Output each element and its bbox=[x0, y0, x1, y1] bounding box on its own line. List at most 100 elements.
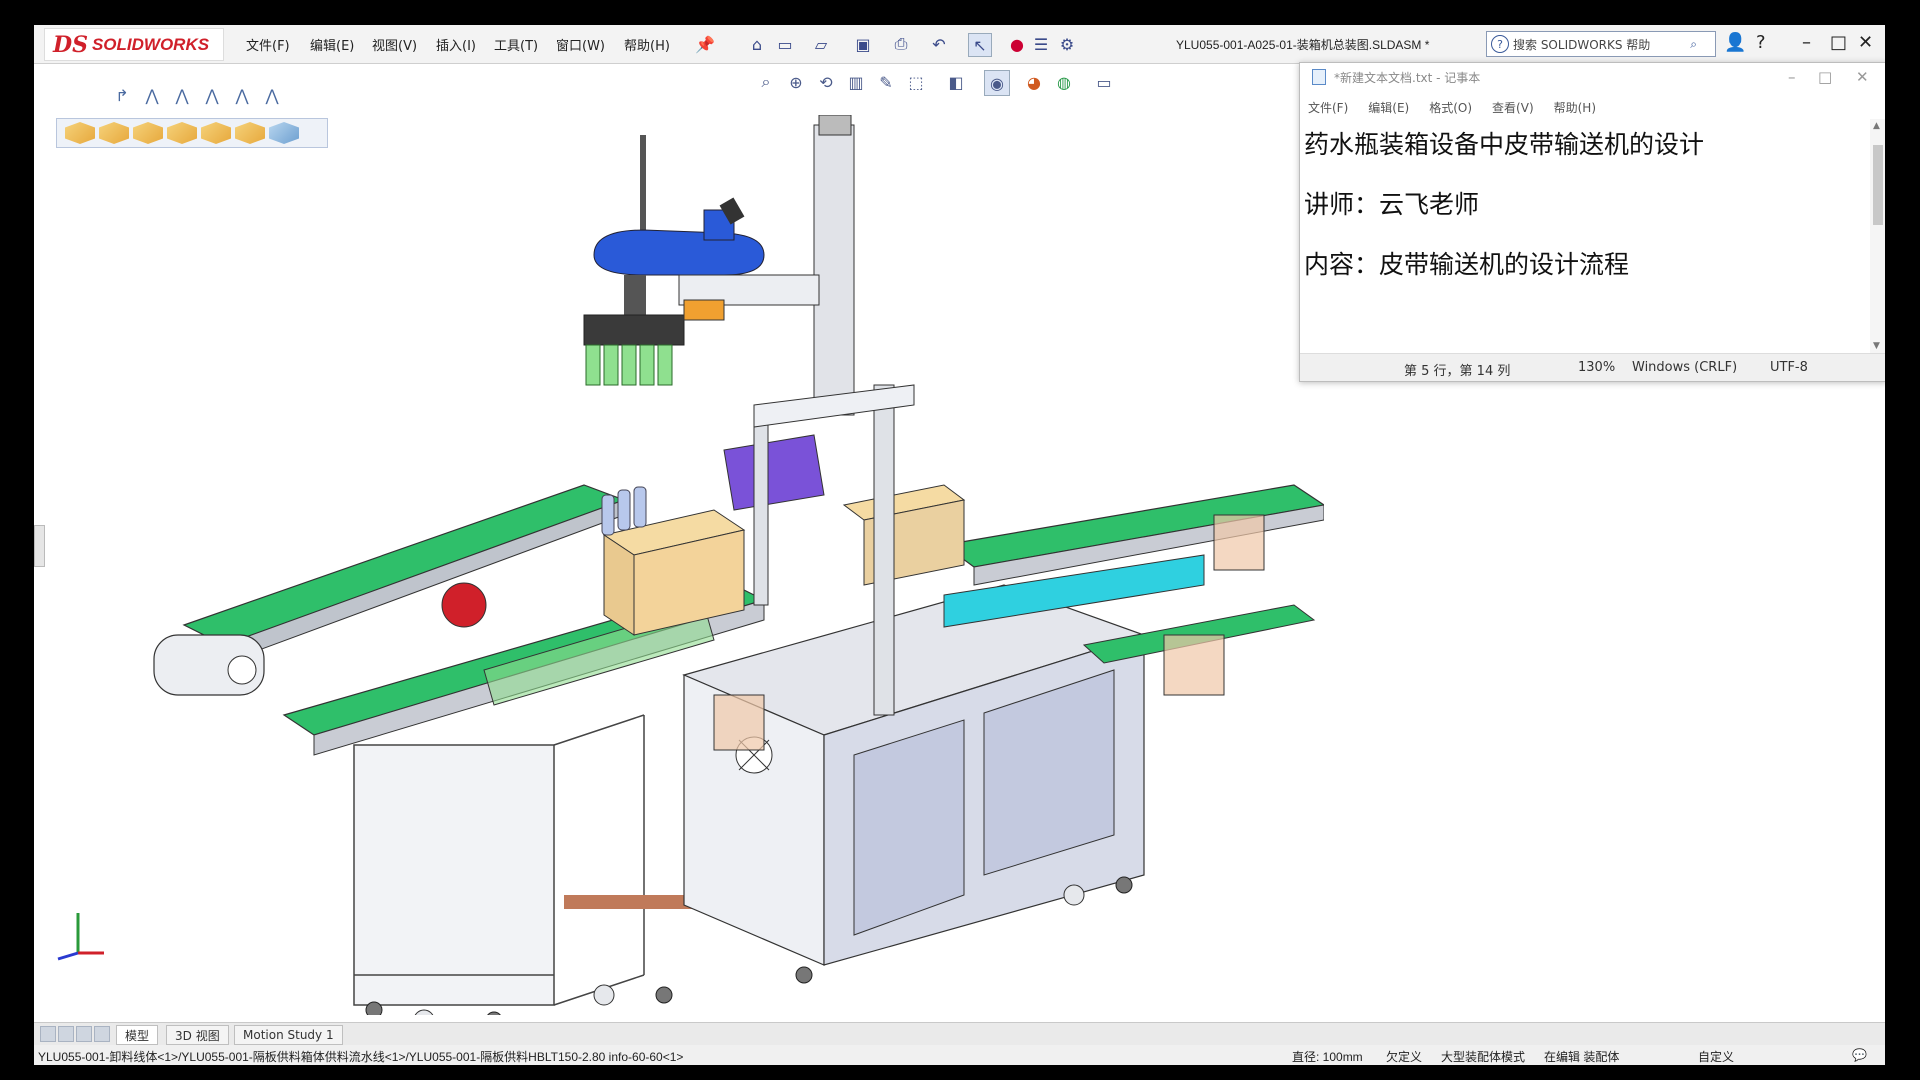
explode-line-icon-2[interactable]: ⋀ bbox=[169, 83, 195, 107]
notepad-menu-help[interactable]: 帮助(H) bbox=[1554, 99, 1596, 116]
file-properties-icon[interactable]: ☰ bbox=[1030, 33, 1052, 55]
menu-help[interactable]: 帮助(H) bbox=[624, 35, 670, 54]
tab-model[interactable]: 模型 bbox=[116, 1025, 159, 1045]
solidworks-wordmark: SOLIDWORKS bbox=[91, 34, 210, 54]
zoom-level: 130% bbox=[1578, 360, 1616, 375]
jog-icon[interactable]: ↱ bbox=[109, 83, 135, 107]
search-help-field[interactable]: ? 搜索 SOLIDWORKS 帮助 ⌕ bbox=[1486, 31, 1716, 57]
save-icon[interactable]: ▣ bbox=[852, 33, 874, 55]
editing-status: 在编辑 装配体 bbox=[1544, 1050, 1620, 1064]
hide-show-items-icon[interactable]: ◉ bbox=[984, 70, 1010, 96]
notepad-menu-edit[interactable]: 编辑(E) bbox=[1368, 99, 1409, 116]
apply-scene-icon[interactable]: ◍ bbox=[1052, 70, 1076, 94]
tab-scroll-arrows[interactable] bbox=[40, 1026, 110, 1042]
edit-appearance-icon[interactable]: ◕ bbox=[1022, 70, 1046, 94]
maximize-icon[interactable]: □ bbox=[1830, 32, 1847, 53]
robot-z-axis bbox=[624, 275, 646, 320]
explode-line-icon-3[interactable]: ⋀ bbox=[199, 83, 225, 107]
menu-file[interactable]: 文件(F) bbox=[246, 35, 290, 54]
scroll-down-arrow-icon[interactable]: ▼ bbox=[1873, 341, 1880, 351]
menu-tools[interactable]: 工具(T) bbox=[494, 35, 538, 54]
menu-window[interactable]: 窗口(W) bbox=[556, 35, 605, 54]
zoom-to-area-icon[interactable]: ⊕ bbox=[784, 70, 808, 94]
explode-line-icon-5[interactable]: ⋀ bbox=[259, 83, 285, 107]
notepad-line-content: 内容：皮带输送机的设计流程 bbox=[1304, 250, 1630, 279]
minimize-icon[interactable]: – bbox=[1802, 32, 1811, 53]
traffic-light-icon[interactable]: ● bbox=[1006, 33, 1028, 55]
notepad-menu-bar: 文件(F) 编辑(E) 格式(O) 查看(V) 帮助(H) bbox=[1308, 99, 1596, 116]
explode-line-icon-1[interactable]: ⋀ bbox=[139, 83, 165, 107]
open-folder-icon[interactable]: ▱ bbox=[810, 33, 832, 55]
notepad-line-title: 药水瓶装箱设备中皮带输送机的设计 bbox=[1304, 130, 1705, 159]
notepad-scrollbar[interactable]: ▲ ▼ bbox=[1870, 119, 1885, 353]
section-view-icon[interactable]: ▥ bbox=[844, 70, 868, 94]
notepad-maximize-icon[interactable]: □ bbox=[1818, 68, 1832, 86]
gantry-post-left bbox=[753, 414, 769, 606]
units-custom[interactable]: 自定义 bbox=[1698, 1048, 1734, 1065]
scroll-up-arrow-icon[interactable]: ▲ bbox=[1873, 121, 1880, 131]
notepad-text-area[interactable]: 药水瓶装箱设备中皮带输送机的设计 讲师：云飞老师 内容：皮带输送机的设计流程 bbox=[1304, 117, 1864, 333]
notepad-scroll-thumb[interactable] bbox=[1873, 145, 1883, 225]
left-support-frame bbox=[353, 714, 645, 1006]
back-drive-guard bbox=[1213, 514, 1265, 571]
text-encoding: UTF-8 bbox=[1770, 360, 1808, 375]
options-gear-icon[interactable]: ⚙ bbox=[1056, 33, 1078, 55]
left-back-conveyor-belt bbox=[182, 484, 626, 646]
help-icon[interactable]: ? bbox=[1756, 32, 1766, 53]
notepad-minimize-icon[interactable]: – bbox=[1788, 68, 1796, 86]
view-settings-icon[interactable]: ▭ bbox=[1092, 70, 1116, 94]
gantry-vertical-column bbox=[813, 124, 855, 416]
solidworks-window: DS SOLIDWORKS 文件(F) 编辑(E) 视图(V) 插入(I) 工具… bbox=[34, 25, 1885, 1065]
select-cursor-icon[interactable]: ↖ bbox=[968, 33, 992, 57]
definition-state: 欠定义 bbox=[1386, 1050, 1423, 1064]
notepad-title: *新建文本文档.txt - 记事本 bbox=[1334, 70, 1481, 85]
new-document-icon[interactable]: ▭ bbox=[774, 33, 796, 55]
home-icon[interactable]: ⌂ bbox=[746, 33, 768, 55]
undo-icon[interactable]: ↶ bbox=[928, 33, 950, 55]
notepad-window[interactable]: *新建文本文档.txt - 记事本 – □ ✕ 文件(F) 编辑(E) 格式(O… bbox=[1299, 62, 1885, 382]
diameter-readout: 直径: 100mm bbox=[1292, 1050, 1363, 1064]
notepad-line-lecturer: 讲师：云飞老师 bbox=[1304, 190, 1480, 219]
component-cube-icon-1[interactable] bbox=[65, 122, 95, 144]
solidworks-logo[interactable]: DS SOLIDWORKS bbox=[44, 28, 224, 61]
tab-motion-study[interactable]: Motion Study 1 bbox=[234, 1025, 343, 1045]
view-orientation-icon[interactable]: ⬚ bbox=[904, 70, 928, 94]
document-title: YLU055-001-A025-01-装箱机总装图.SLDASM * bbox=[1176, 38, 1430, 52]
search-icon[interactable]: ⌕ bbox=[1690, 37, 1697, 52]
menu-bar: DS SOLIDWORKS 文件(F) 编辑(E) 视图(V) 插入(I) 工具… bbox=[34, 25, 1885, 64]
close-icon[interactable]: ✕ bbox=[1858, 32, 1873, 53]
notepad-menu-view[interactable]: 查看(V) bbox=[1492, 99, 1534, 116]
left-drive-motor bbox=[227, 655, 257, 685]
previous-view-icon[interactable]: ⟲ bbox=[814, 70, 838, 94]
front-drive-guard bbox=[713, 694, 765, 751]
notepad-document-icon bbox=[1312, 69, 1326, 85]
explode-line-icon-4[interactable]: ⋀ bbox=[229, 83, 255, 107]
notepad-close-icon[interactable]: ✕ bbox=[1856, 68, 1869, 86]
menu-insert[interactable]: 插入(I) bbox=[436, 35, 476, 54]
cursor-position: 第 5 行，第 14 列 bbox=[1404, 364, 1511, 379]
ds-logo-mark: DS bbox=[53, 31, 88, 58]
zoom-to-fit-icon[interactable]: ⌕ bbox=[754, 70, 778, 94]
feature-manager-collapse-handle[interactable] bbox=[34, 525, 45, 567]
menu-view[interactable]: 视图(V) bbox=[372, 35, 417, 54]
chat-icon[interactable]: 💬 bbox=[1852, 1048, 1867, 1062]
user-icon[interactable]: 👤 bbox=[1724, 32, 1746, 53]
purple-pusher-block bbox=[723, 434, 825, 511]
pin-icon[interactable]: 📌 bbox=[694, 33, 716, 55]
print-icon[interactable]: ⎙ bbox=[890, 33, 912, 55]
search-placeholder: 搜索 SOLIDWORKS 帮助 bbox=[1513, 37, 1651, 52]
notepad-menu-file[interactable]: 文件(F) bbox=[1308, 99, 1348, 116]
menu-edit[interactable]: 编辑(E) bbox=[310, 35, 354, 54]
dynamic-annotation-icon[interactable]: ✎ bbox=[874, 70, 898, 94]
red-roller bbox=[441, 582, 487, 628]
right-drive-guard bbox=[1163, 634, 1225, 696]
assembly-3d-model[interactable] bbox=[124, 115, 1324, 1015]
notepad-title-bar[interactable]: *新建文本文档.txt - 记事本 – □ ✕ bbox=[1300, 63, 1885, 91]
gantry-post-right bbox=[873, 384, 895, 716]
help-question-icon: ? bbox=[1491, 35, 1509, 53]
line-ending: Windows (CRLF) bbox=[1632, 360, 1738, 375]
tab-3d-views[interactable]: 3D 视图 bbox=[166, 1025, 229, 1045]
display-style-icon[interactable]: ◧ bbox=[944, 70, 968, 94]
notepad-menu-format[interactable]: 格式(O) bbox=[1429, 99, 1472, 116]
status-bar: YLU055-001-卸料线体<1>/YLU055-001-隔板供料箱体供料流水… bbox=[34, 1045, 1885, 1065]
